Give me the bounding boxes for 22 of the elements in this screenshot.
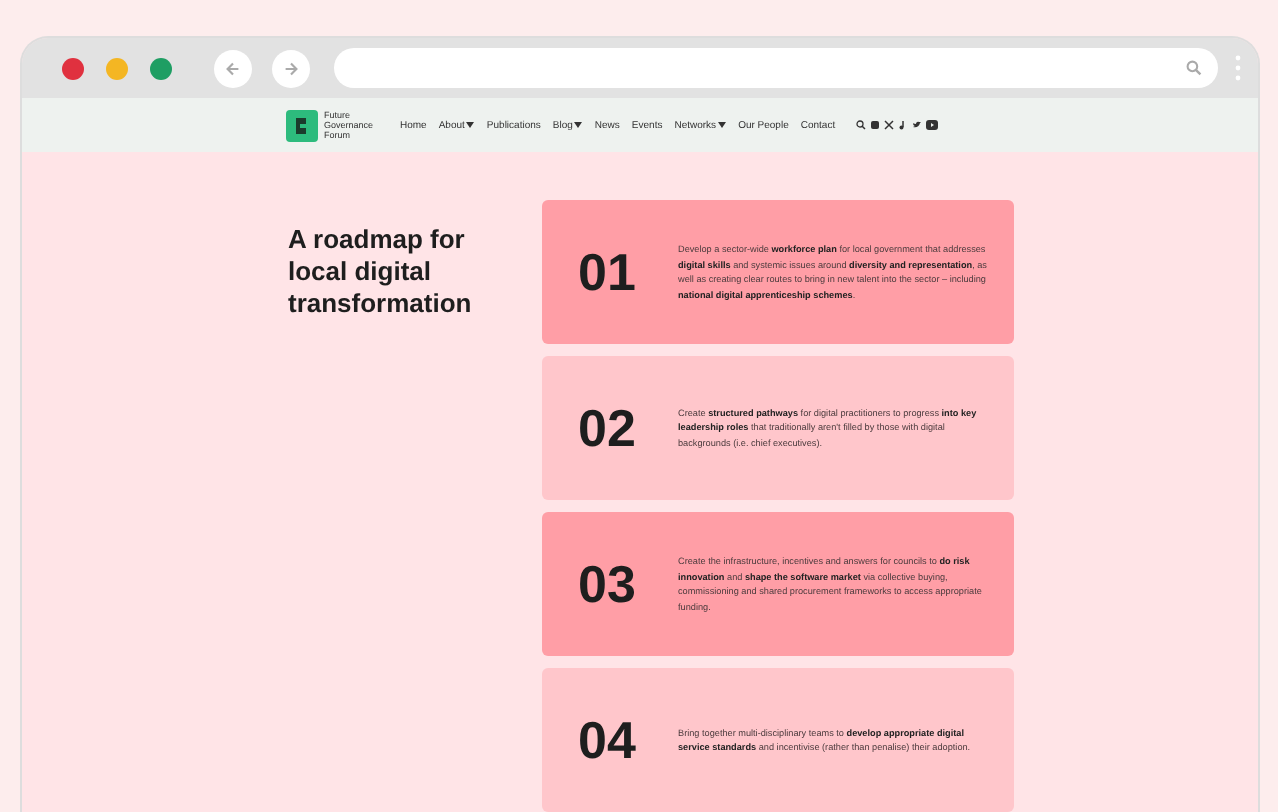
step-number: 04 [578,709,638,771]
address-field[interactable] [334,48,1218,88]
maximize-dot[interactable] [150,57,172,79]
left-arrow-icon [224,59,242,77]
close-dot[interactable] [62,57,84,79]
logo-icon[interactable] [286,109,318,141]
search-icon[interactable] [855,120,866,130]
caret-icon [574,122,583,128]
caret-icon [718,122,727,128]
caret-icon [466,122,475,128]
note-icon[interactable] [897,120,908,130]
step-number: 01 [578,241,638,303]
page-heading: A roadmap for local digital transformation [288,224,474,322]
search-icon [1186,60,1202,76]
right-arrow-icon [282,59,300,77]
x-icon[interactable] [883,120,894,130]
play-icon[interactable] [925,120,938,130]
step-number: 02 [578,397,638,459]
bird-icon[interactable] [911,120,922,130]
square-icon[interactable] [869,120,880,130]
step-number: 03 [578,553,638,615]
minimize-dot[interactable] [106,57,128,79]
